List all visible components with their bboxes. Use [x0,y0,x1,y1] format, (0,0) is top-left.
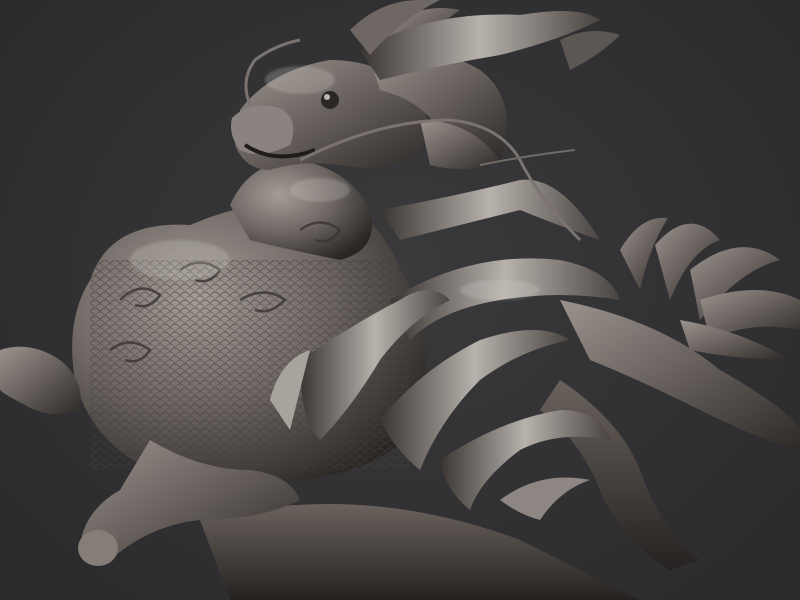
dragon-sculpture [0,0,800,600]
dragon-snout [231,105,294,154]
dragon-eye [321,91,339,109]
antler-sweep [380,179,600,240]
sculpt-viewport[interactable] [0,0,800,600]
horn-right [560,31,620,70]
tail-lower [540,380,700,570]
front-claw [78,530,118,566]
base-plinth [200,504,640,600]
left-claw [0,346,81,414]
